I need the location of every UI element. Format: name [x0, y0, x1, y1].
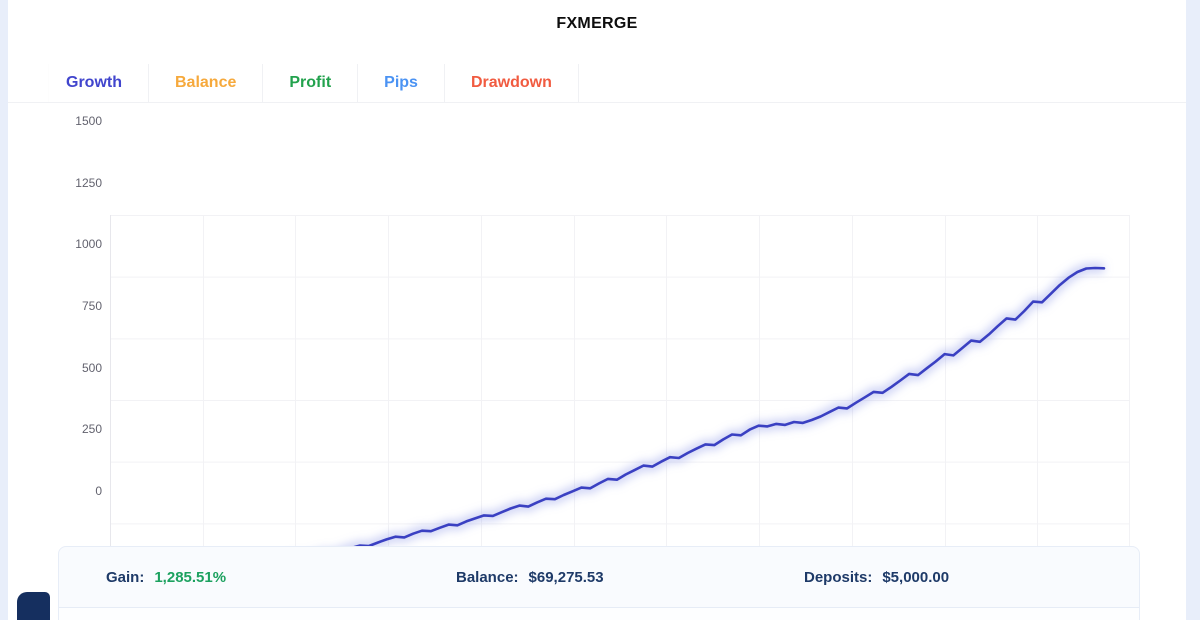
- y-axis-tick-1500: 1500: [58, 114, 102, 128]
- stat-label: Gain:: [106, 569, 144, 586]
- main-card: FXMERGE GrowthBalanceProfitPipsDrawdown …: [8, 0, 1186, 620]
- growth-line-glow: [112, 268, 1104, 585]
- stats-row: Gain: 1,285.51% Balance: $69,275.53 Deposits…: [59, 547, 1139, 608]
- tab-balance[interactable]: Balance: [149, 64, 263, 102]
- page-title: FXMERGE: [8, 0, 1186, 33]
- tab-profit[interactable]: Profit: [263, 64, 358, 102]
- y-axis-tick-750: 750: [58, 299, 102, 313]
- growth-chart: 0250500750100012501500: [8, 103, 1186, 493]
- y-axis-tick-500: 500: [58, 361, 102, 375]
- y-axis-tick-0: 0: [58, 484, 102, 498]
- stat-value: 1,285.51%: [154, 569, 226, 586]
- tab-bar: GrowthBalanceProfitPipsDrawdown: [8, 64, 1186, 103]
- stats-bar: Gain: 1,285.51% Balance: $69,275.53 Deposits…: [58, 546, 1140, 620]
- brand-block: [17, 592, 50, 620]
- stat-gain: Gain: 1,285.51%: [106, 547, 226, 608]
- stats-row-secondary: [59, 608, 1139, 620]
- y-axis-tick-1250: 1250: [58, 176, 102, 190]
- tab-pips[interactable]: Pips: [358, 64, 445, 102]
- tab-growth[interactable]: Growth: [48, 64, 149, 102]
- stat-deposits: Deposits: $5,000.00: [804, 547, 949, 608]
- y-axis-tick-1000: 1000: [58, 237, 102, 251]
- stat-value: $69,275.53: [529, 569, 604, 586]
- growth-line-plot: [110, 215, 1130, 600]
- growth-line: [112, 268, 1104, 585]
- tab-drawdown[interactable]: Drawdown: [445, 64, 579, 102]
- stat-label: Balance:: [456, 569, 519, 586]
- stat-label: Deposits:: [804, 569, 872, 586]
- y-axis-tick-250: 250: [58, 422, 102, 436]
- stat-balance: Balance: $69,275.53: [456, 547, 604, 608]
- stat-value: $5,000.00: [882, 569, 949, 586]
